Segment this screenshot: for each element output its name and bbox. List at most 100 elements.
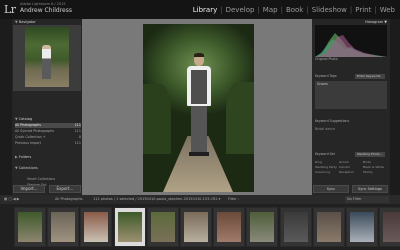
- loupe-view-icon[interactable]: ▢: [8, 197, 11, 201]
- lightroom-logo: Lr: [4, 3, 16, 16]
- module-develop[interactable]: Develop: [224, 6, 257, 14]
- keyword-set-row: Keyword Set Wedding Photo...: [315, 152, 387, 157]
- catalog-header[interactable]: ▼Catalog: [12, 116, 82, 122]
- keyword-suggestions-header[interactable]: Keyword Suggestions: [315, 119, 387, 124]
- filmstrip-thumbnail[interactable]: [14, 207, 46, 247]
- identity-plate-bar: Lr Adobe Lightroom 6 / 2015 Andrew Child…: [0, 0, 400, 19]
- photo-figure-hair: [194, 53, 204, 57]
- thumbnail-image: [316, 212, 341, 242]
- collapse-triangle-icon: ▼: [15, 117, 18, 121]
- original-photo-label: Original Photo: [315, 57, 338, 61]
- module-map[interactable]: Map: [261, 6, 280, 14]
- module-library[interactable]: Library: [191, 6, 219, 14]
- keyword-set-item[interactable]: Bride: [363, 160, 387, 164]
- thumbnail-image: [250, 212, 275, 242]
- photo-hedge: [143, 84, 171, 154]
- filmstrip-thumbnail[interactable]: [379, 207, 400, 247]
- collections-header[interactable]: ▼Collections: [12, 165, 82, 171]
- keyword-set-item[interactable]: Groom: [339, 160, 363, 164]
- collapse-triangle-icon: ▼: [15, 166, 18, 170]
- filmstrip-thumbnail[interactable]: [113, 207, 146, 247]
- sync-button[interactable]: Sync: [313, 185, 349, 193]
- thumbnail-image: [383, 212, 400, 242]
- photo-figure-vest: [191, 70, 207, 104]
- back-arrow-icon[interactable]: ◀: [13, 197, 16, 201]
- thumbnail-image: [84, 212, 109, 242]
- keyword-set-item[interactable]: Family: [363, 170, 387, 174]
- keyword-set-item[interactable]: Wedding Party: [315, 165, 339, 169]
- keyword-tags-field[interactable]: Groom: [315, 81, 387, 109]
- thumbnail-image: [150, 212, 175, 242]
- collapse-triangle-icon: ▼: [15, 20, 18, 24]
- module-print[interactable]: Print: [353, 6, 373, 14]
- filmstrip-thumbnail[interactable]: [47, 207, 80, 247]
- keyword-set-select[interactable]: Wedding Photo...: [355, 152, 385, 157]
- filter-select[interactable]: No Filter: [345, 196, 389, 203]
- catalog-item-all-photographs[interactable]: All Photographs 111: [15, 123, 81, 128]
- filmstrip-thumbnail[interactable]: [346, 207, 378, 247]
- import-button[interactable]: Import...: [13, 185, 45, 193]
- filmstrip-thumbnail[interactable]: [180, 207, 212, 247]
- keyword-set-item[interactable]: Ceremony: [315, 170, 339, 174]
- keyword-tags-row: Keyword Tags Enter Keywords: [315, 74, 387, 79]
- filter-label: Filter :: [228, 197, 239, 201]
- right-panel: Histogram ▼ Original Photo Keyword Tags …: [312, 19, 390, 195]
- photo-figure-shoes: [189, 152, 209, 156]
- right-panel-edge[interactable]: [390, 19, 400, 195]
- forward-arrow-icon[interactable]: ▶: [17, 197, 20, 201]
- keyword-set-item[interactable]: Candid: [339, 165, 363, 169]
- expand-triangle-icon: ▶: [15, 155, 18, 159]
- filmstrip[interactable]: [0, 204, 400, 250]
- folders-header[interactable]: ▶Folders: [12, 154, 82, 160]
- catalog-item-all-synced[interactable]: All Synced Photographs 111: [15, 129, 81, 134]
- thumbnail-image: [51, 212, 76, 242]
- thumbnail-image: [117, 212, 142, 242]
- collection-item-smart[interactable]: Smart Collections: [15, 177, 81, 182]
- filmstrip-thumbnail[interactable]: [279, 207, 312, 247]
- catalog-item-quick-collection[interactable]: Quick Collection +0: [15, 135, 81, 140]
- navigator-figure: [42, 45, 51, 79]
- thumbnail-image: [217, 212, 242, 242]
- toolbar-icons: ▦ ▢ ◀ ▶: [4, 195, 19, 204]
- keyword-suggestion[interactable]: Bridal dance: [315, 127, 387, 132]
- histogram-graph: [315, 33, 387, 57]
- catalog-count: 111: [74, 123, 81, 127]
- filmstrip-thumbnail[interactable]: [213, 207, 246, 247]
- left-panel: ▼Navigator ▼Catalog All Photographs 111 A…: [12, 19, 82, 200]
- thumbnail-image: [184, 212, 208, 242]
- keyword-entry-mode-select[interactable]: Enter Keywords: [355, 74, 385, 79]
- export-button[interactable]: Export...: [49, 185, 81, 193]
- collapse-triangle-icon: ▼: [384, 20, 387, 24]
- navigator-thumbnail: [25, 27, 69, 87]
- catalog-count: 0: [78, 135, 81, 139]
- histogram[interactable]: [315, 25, 387, 57]
- filmstrip-thumbnail[interactable]: [80, 207, 113, 247]
- photo-figure-legs: [191, 104, 207, 154]
- sync-settings-button[interactable]: Sync Settings: [352, 185, 388, 193]
- filmstrip-source[interactable]: All Photographs: [55, 195, 83, 204]
- navigator-preview[interactable]: [13, 25, 81, 91]
- module-book[interactable]: Book: [284, 6, 305, 14]
- grid-view-icon[interactable]: ▦: [4, 197, 7, 201]
- keyword-set-item[interactable]: Ring: [315, 160, 339, 164]
- module-picker: Library | Develop | Map | Book | Slideshow | Print…: [191, 6, 397, 14]
- keyword-set-item[interactable]: Black & White: [363, 165, 387, 169]
- module-web[interactable]: Web: [378, 6, 397, 14]
- thumbnail-image: [18, 212, 42, 242]
- thumbnail-image: [283, 212, 308, 242]
- left-panel-edge[interactable]: [0, 19, 12, 195]
- sync-bar: Sync Sync Settings: [312, 185, 390, 195]
- filmstrip-photo-count[interactable]: 111 photos / 1 selected / 20150410-paula…: [93, 195, 220, 204]
- filmstrip-thumbnail[interactable]: [146, 207, 179, 247]
- filmstrip-thumbnail[interactable]: [246, 207, 279, 247]
- main-photo[interactable]: [143, 24, 254, 192]
- catalog-count: 111: [74, 129, 81, 133]
- identity-plate-name: Andrew Childress: [20, 7, 72, 14]
- module-slideshow[interactable]: Slideshow: [310, 6, 349, 14]
- catalog-item-previous-import[interactable]: Previous Import 111: [15, 141, 81, 146]
- keyword-set-item[interactable]: Reception: [339, 170, 363, 174]
- thumbnail-image: [350, 212, 374, 242]
- keyword-set-grid: Ring Groom Bride Wedding Party Candid Bl…: [315, 160, 387, 174]
- catalog-count: 111: [74, 141, 81, 145]
- filmstrip-thumbnail[interactable]: [312, 207, 345, 247]
